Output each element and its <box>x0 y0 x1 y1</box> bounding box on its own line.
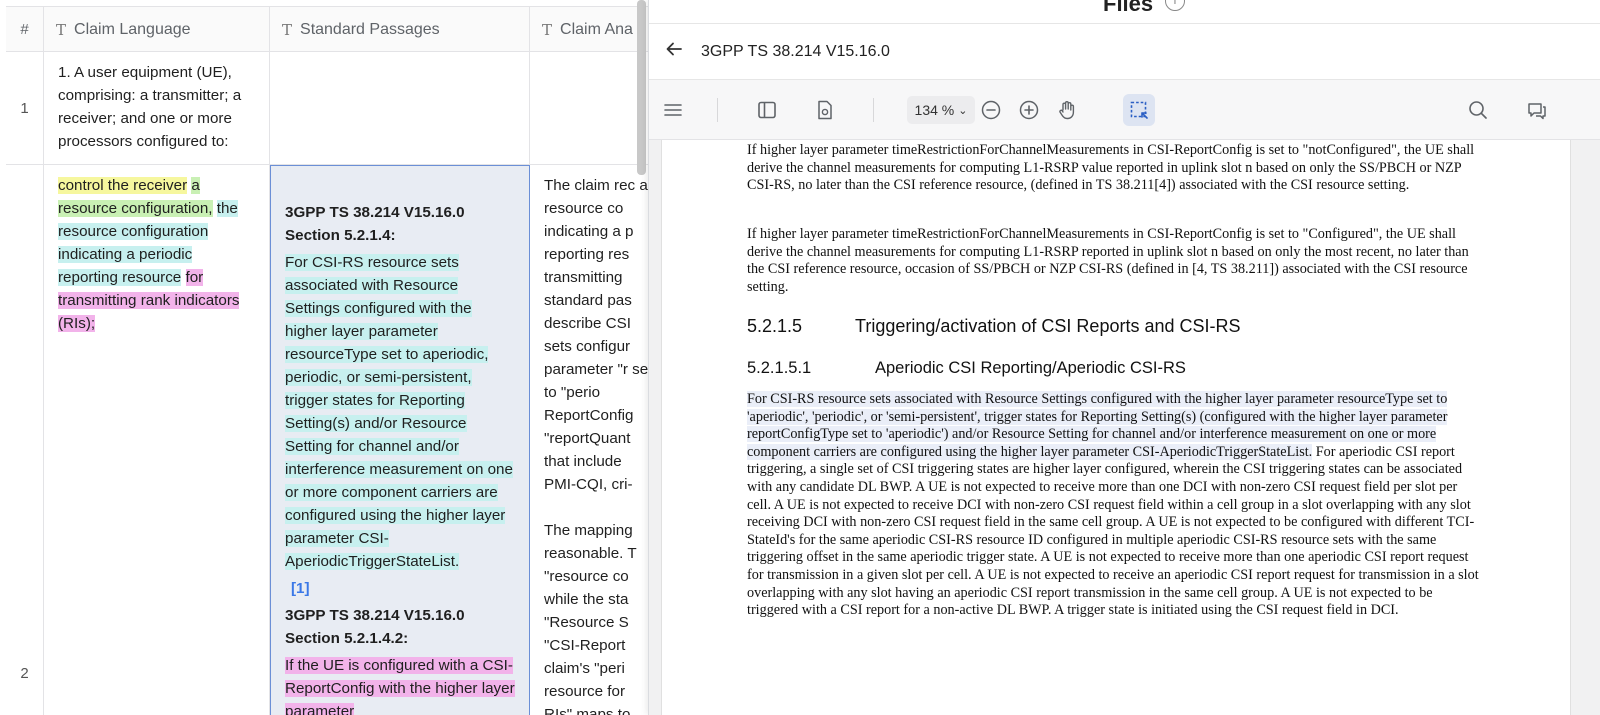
hand-icon[interactable] <box>1051 94 1083 126</box>
column-header-claim-language[interactable]: T Claim Language <box>44 7 270 52</box>
claim-analysis-cell[interactable] <box>530 52 648 164</box>
column-header-number[interactable]: # <box>6 7 44 52</box>
files-panel: Files i 3GPP TS 38.214 V15.16.0 134 %⌄ <box>648 0 1600 715</box>
passage-text: If the UE is configured with a CSI-Repor… <box>285 654 515 715</box>
table-header: # T Claim Language T Standard Passages T Cl… <box>6 6 648 52</box>
zoom-in-icon[interactable] <box>1013 94 1045 126</box>
info-icon[interactable]: i <box>1165 0 1185 11</box>
passage-section-title: 3GPP TS 38.214 V15.16.0 Section 5.2.1.4.… <box>285 607 465 647</box>
document-paragraph: If higher layer parameter timeRestrictio… <box>747 226 1469 295</box>
claim-chart-table: # T Claim Language T Standard Passages T Cl… <box>0 0 648 715</box>
text-type-icon: T <box>282 20 293 39</box>
row-number: 1 <box>6 52 44 164</box>
table-scrollbar[interactable] <box>637 0 646 175</box>
subsection-heading: 5.2.1.5.1 Aperiodic CSI Reporting/Aperiod… <box>747 359 1186 377</box>
claim-language-cell[interactable]: control the receiver a resource configur… <box>44 165 270 715</box>
zoom-out-icon[interactable] <box>975 94 1007 126</box>
passage-section-title: 3GPP TS 38.214 V15.16.0 Section 5.2.1.4: <box>285 204 465 244</box>
panel-header: Files i <box>649 0 1600 24</box>
sidebar-icon[interactable] <box>751 94 783 126</box>
pdf-toolbar: 134 % ⌄ <box>649 80 1600 140</box>
panel-title: Files <box>1103 0 1154 16</box>
toolbar-divider <box>717 98 718 122</box>
passage-text: For CSI-RS resource sets associated with… <box>285 254 513 570</box>
document-header: 3GPP TS 38.214 V15.16.0 <box>649 24 1600 80</box>
standard-passages-cell[interactable] <box>270 52 530 164</box>
menu-icon[interactable] <box>657 94 689 126</box>
table-row[interactable]: 1 1. A user equipment (UE), comprising: … <box>6 52 648 165</box>
pdf-scrollbar[interactable] <box>1585 140 1593 715</box>
citation-link[interactable]: [1] <box>285 577 515 600</box>
document-paragraph-highlighted: For CSI-RS resource sets associated with… <box>747 391 1479 619</box>
toolbar-divider <box>873 98 874 122</box>
analysis-text: The claim rec a resource co indicating a… <box>544 177 648 493</box>
standard-passages-cell-selected[interactable]: 3GPP TS 38.214 V15.16.0 Section 5.2.1.4:… <box>270 165 530 715</box>
back-arrow-icon[interactable] <box>665 40 685 63</box>
text-type-icon: T <box>542 20 553 39</box>
zoom-level-select[interactable]: 134 % ⌄ <box>907 96 975 124</box>
analysis-text: The mapping reasonable. T "resource co w… <box>544 522 637 715</box>
row-number: 2 <box>6 165 44 715</box>
column-header-claim-analysis[interactable]: T Claim Ana <box>530 7 648 52</box>
document-title: 3GPP TS 38.214 V15.16.0 <box>701 42 890 60</box>
table-row[interactable]: 2 control the receiver a resource config… <box>6 165 648 715</box>
column-header-standard-passages[interactable]: T Standard Passages <box>270 7 530 52</box>
document-settings-icon[interactable] <box>809 94 841 126</box>
area-select-icon[interactable] <box>1123 94 1155 126</box>
pdf-viewer[interactable]: If higher layer parameter timeRestrictio… <box>649 140 1600 715</box>
section-heading: 5.2.1.5 Triggering/activation of CSI Repo… <box>747 316 1241 336</box>
text-type-icon: T <box>56 20 67 39</box>
claim-element-text: control the receiver a resource configur… <box>58 177 240 332</box>
claim-language-cell[interactable]: 1. A user equipment (UE), comprising: a … <box>44 52 270 164</box>
document-paragraph: If higher layer parameter timeRestrictio… <box>747 142 1475 194</box>
search-icon[interactable] <box>1462 94 1494 126</box>
comments-icon[interactable] <box>1521 94 1553 126</box>
chevron-down-icon: ⌄ <box>958 104 968 117</box>
pdf-page: If higher layer parameter timeRestrictio… <box>661 140 1571 715</box>
claim-analysis-cell[interactable]: The claim rec a resource co indicating a… <box>530 165 648 715</box>
